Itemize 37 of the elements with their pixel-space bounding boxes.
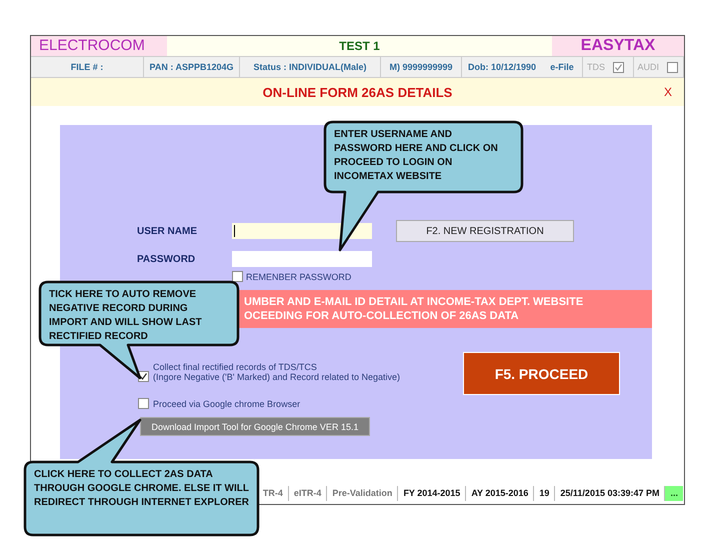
close-button[interactable]: X <box>664 85 672 99</box>
info-cell: FILE # : <box>31 57 144 77</box>
password-field[interactable] <box>232 251 372 267</box>
callout-text: CLICK HERE TO COLLECT 2AS DATA THROUGH GOOGLE CHROME. ELSE IT WILL REDIRECT THROUGH INTERNET EXPLORER <box>34 468 249 510</box>
company-name: TEST 1 <box>338 38 381 55</box>
app-title: ELECTROCOM <box>31 36 167 56</box>
info-cell: PAN : ASPPB1204G <box>144 57 240 77</box>
warning-text: OCEEDING FOR AUTO-COLLECTION OF 26AS DATA <box>244 310 520 322</box>
checkbox-label: AUDI <box>638 61 660 74</box>
status-item: Pre-Validation <box>326 486 398 501</box>
download-button[interactable]: Download Import Tool for Google Chrome VER 15.1 <box>140 417 370 436</box>
info-cell-text: Dob: 10/12/1990 <box>466 61 538 74</box>
product-name: EASYTAX <box>552 36 684 56</box>
dialog-title: ON-LINE FORM 26AS DETAILS <box>262 84 454 100</box>
checkbox-label: Proceed via Google chrome Browser <box>153 399 300 409</box>
status-item: eITR-4 <box>288 486 326 501</box>
callout-text: TICK HERE TO AUTO REMOVE NEGATIVE RECORD DURING IMPORT AND WILL SHOW LAST RECTIFIED RECORD <box>49 288 203 344</box>
checkbox-label: REMENBER PASSWORD <box>246 272 352 282</box>
info-cell: M) 9999999999 <box>381 57 462 77</box>
checkbox[interactable] <box>232 271 243 282</box>
username-field[interactable] <box>232 223 372 239</box>
checkbox[interactable] <box>138 398 149 409</box>
status-item: FY 2014-2015 <box>397 486 466 501</box>
field-label: USER NAME <box>137 226 198 236</box>
status-item: AY 2015-2016 <box>465 486 534 501</box>
warning-text: UMBER AND E-MAIL ID DETAIL AT INCOME-TAX DEPT. WEBSITE <box>244 296 584 308</box>
callout-text: ENTER USERNAME AND PASSWORD HERE AND CLICK ON PROCEED TO LOGIN ON INCOMETAX WEBSITE <box>334 128 499 184</box>
status-item: 19 <box>533 486 554 501</box>
field-label: PASSWORD <box>137 254 196 264</box>
new-registration-button[interactable]: F2. NEW REGISTRATION <box>396 220 574 242</box>
checkbox-note: (Ingore Negative ('B' Marked) and Record related to Negative) <box>153 372 400 382</box>
checkbox-label: Collect final rectified records of TDS/TCS <box>153 362 318 372</box>
info-cell: Status : INDIVIDUAL(Male) <box>240 57 381 77</box>
info-cell: e-File <box>542 57 583 77</box>
status-item: ... <box>664 486 683 501</box>
checkbox-label: TDS <box>587 61 605 74</box>
proceed-button[interactable]: F5. PROCEED <box>463 352 620 395</box>
